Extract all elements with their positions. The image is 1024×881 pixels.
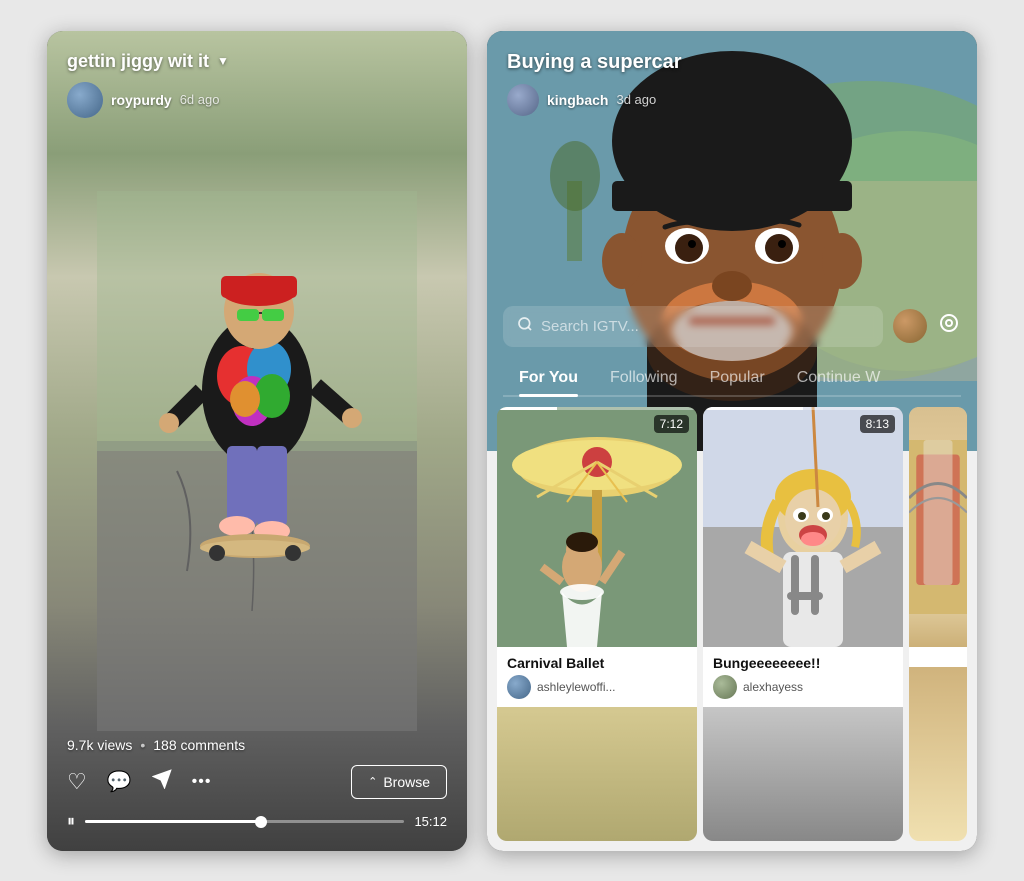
carnival-artwork: [497, 407, 697, 647]
search-placeholder-text: Search IGTV...: [541, 318, 639, 335]
right-video-title: Buying a supercar: [507, 51, 957, 74]
left-overlay: gettin jiggy wit it ▼ roypurdy 6d ago 9.…: [47, 31, 467, 851]
video-title: gettin jiggy wit it ▼: [67, 51, 447, 72]
settings-icon[interactable]: [937, 311, 961, 341]
separator: •: [140, 737, 145, 753]
bungee-artwork: [703, 407, 903, 647]
tab-for-you-label: For You: [519, 369, 578, 386]
left-bottom-section: 9.7k views • 188 comments ♡ 💬: [47, 737, 467, 851]
card2-user-row: alexhayess: [713, 675, 893, 699]
avatar-image: [67, 82, 103, 118]
left-action-icons: ♡ 💬 •••: [67, 769, 211, 795]
card2-progress-fill: [703, 407, 803, 410]
card2-info: Bungeeeeeeee!! alexhayess: [703, 647, 903, 707]
video-card-bungee[interactable]: 8:13 Bungeeeeeeee!! alexhayess: [703, 407, 903, 841]
share-icon[interactable]: [152, 769, 172, 794]
right-video-panel: Buying a supercar kingbach 3d ago Search…: [487, 31, 977, 851]
tab-for-you[interactable]: For You: [503, 361, 594, 395]
time-ago-label: 6d ago: [180, 92, 220, 107]
browse-button[interactable]: ⌃ Browse: [351, 765, 447, 799]
left-video-panel: gettin jiggy wit it ▼ roypurdy 6d ago 9.…: [47, 31, 467, 851]
video-card-partial[interactable]: [909, 407, 967, 841]
right-header-icons: [893, 309, 961, 343]
tab-divider: [503, 395, 961, 397]
card1-user-row: ashleylewoffi...: [507, 675, 687, 699]
right-user-avatar[interactable]: [507, 84, 539, 116]
progress-fill: [85, 820, 261, 823]
card1-progress-bar: [497, 407, 697, 410]
progress-row: ⏸ 15:12: [67, 813, 447, 831]
comment-icon[interactable]: 💬: [107, 769, 132, 794]
browse-label: Browse: [383, 774, 430, 790]
card1-title: Carnival Ballet: [507, 655, 687, 671]
more-icon[interactable]: •••: [192, 773, 212, 791]
search-icon: [517, 316, 533, 337]
right-user-info: kingbach 3d ago: [507, 84, 957, 116]
bungee-thumbnail: 8:13: [703, 407, 903, 647]
video-card-carnival[interactable]: 7:12 Carnival Ballet ashleylewoffi...: [497, 407, 697, 841]
left-top-section: gettin jiggy wit it ▼ roypurdy 6d ago: [47, 31, 467, 118]
right-time-ago: 3d ago: [616, 92, 656, 107]
tab-following[interactable]: Following: [594, 361, 694, 395]
app-container: gettin jiggy wit it ▼ roypurdy 6d ago 9.…: [0, 0, 1024, 881]
card1-info: Carnival Ballet ashleylewoffi...: [497, 647, 697, 707]
user-avatar[interactable]: [67, 82, 103, 118]
carnival-thumbnail: 7:12: [497, 407, 697, 647]
card1-duration: 7:12: [654, 415, 689, 433]
user-info-row: roypurdy 6d ago: [67, 82, 447, 118]
card2-progress-bar: [703, 407, 903, 410]
partial-artwork: [909, 407, 967, 647]
username-label[interactable]: roypurdy: [111, 92, 172, 108]
progress-thumb: [255, 816, 267, 828]
card2-avatar: [713, 675, 737, 699]
duration-label: 15:12: [414, 814, 447, 829]
comments-count: 188 comments: [153, 737, 245, 753]
stats-row: 9.7k views • 188 comments: [67, 737, 447, 753]
profile-avatar-icon[interactable]: [893, 309, 927, 343]
pause-button[interactable]: ⏸: [67, 813, 75, 831]
tab-popular[interactable]: Popular: [694, 361, 781, 395]
tab-continue-label: Continue W: [797, 369, 881, 386]
browse-chevron-icon: ⌃: [368, 775, 377, 788]
right-top-section: Buying a supercar kingbach 3d ago: [487, 31, 977, 116]
search-bar[interactable]: Search IGTV...: [503, 306, 883, 347]
dropdown-arrow-icon[interactable]: ▼: [217, 54, 229, 68]
tab-popular-label: Popular: [710, 369, 765, 386]
partial-thumbnail: [909, 407, 967, 647]
video-progress-bar[interactable]: [85, 820, 404, 823]
tab-following-label: Following: [610, 369, 678, 386]
tab-continue[interactable]: Continue W: [781, 361, 897, 395]
card3-info: [909, 647, 967, 667]
title-text: gettin jiggy wit it: [67, 51, 209, 72]
views-count: 9.7k views: [67, 737, 132, 753]
search-section: Search IGTV...: [487, 296, 977, 357]
card2-title: Bungeeeeeeee!!: [713, 655, 893, 671]
action-row: ♡ 💬 ••• ⌃ Browse: [67, 765, 447, 799]
card1-username: ashleylewoffi...: [537, 680, 616, 694]
right-username[interactable]: kingbach: [547, 92, 608, 108]
card2-duration: 8:13: [860, 415, 895, 433]
card1-progress-fill: [497, 407, 557, 410]
card2-username: alexhayess: [743, 680, 803, 694]
tabs-navigation: For You Following Popular Continue W: [487, 357, 977, 395]
card1-avatar: [507, 675, 531, 699]
like-icon[interactable]: ♡: [67, 769, 87, 795]
video-grid: 7:12 Carnival Ballet ashleylewoffi...: [487, 397, 977, 851]
